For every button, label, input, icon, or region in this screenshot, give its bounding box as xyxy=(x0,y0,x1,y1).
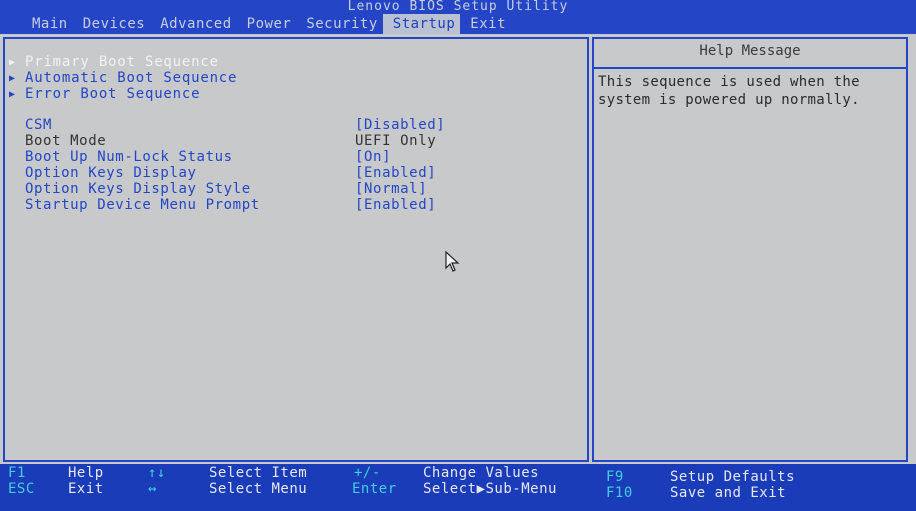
help-panel: Help Message This sequence is used when … xyxy=(592,37,908,462)
arrows-left-right-icon: ↔ xyxy=(148,481,157,497)
main-area: ▶ Primary Boot Sequence ▶ Automatic Boot… xyxy=(0,34,916,464)
arrows-up-down-icon: ↑↓ xyxy=(148,465,166,481)
setting-startup-device-menu-prompt[interactable]: Startup Device Menu Prompt [Enabled] xyxy=(25,197,585,213)
help-text: This sequence is used when the system is… xyxy=(598,73,898,109)
help-title: Help Message xyxy=(594,39,906,69)
submenu-label: Primary Boot Sequence xyxy=(25,54,219,70)
setting-value[interactable]: [On] xyxy=(355,149,391,165)
submenu-automatic-boot-sequence[interactable]: ▶ Automatic Boot Sequence xyxy=(9,70,237,86)
bios-screen: Lenovo BIOS Setup Utility Main Devices A… xyxy=(0,0,916,511)
setting-value[interactable]: [Disabled] xyxy=(355,117,445,133)
submenu-list: ▶ Primary Boot Sequence ▶ Automatic Boot… xyxy=(9,54,237,102)
setting-value: UEFI Only xyxy=(355,133,437,149)
settings-list: CSM [Disabled] Boot Mode UEFI Only Boot … xyxy=(25,117,585,213)
enter-key: Enter xyxy=(352,481,397,497)
plusminus-desc: Change Values xyxy=(423,465,540,481)
setting-value[interactable]: [Normal] xyxy=(355,181,427,197)
tab-devices[interactable]: Devices xyxy=(73,14,151,34)
enter-desc: Select▶Sub-Menu xyxy=(423,481,557,497)
help-line: This sequence is used when the xyxy=(598,74,860,90)
help-line: system is powered up normally. xyxy=(598,92,860,108)
f10-desc: Save and Exit xyxy=(670,485,787,501)
f9-desc: Setup Defaults xyxy=(670,469,796,485)
menu-bar: Main Devices Advanced Power Security Sta… xyxy=(0,14,916,34)
leftright-desc: Select Menu xyxy=(209,481,308,497)
tab-startup[interactable]: Startup xyxy=(382,14,461,34)
setting-name: Boot Mode xyxy=(25,133,107,149)
f1-desc: Help xyxy=(68,465,104,481)
submenu-label: Automatic Boot Sequence xyxy=(25,70,238,86)
triangle-right-icon: ▶ xyxy=(9,56,16,68)
tab-security[interactable]: Security xyxy=(296,14,382,34)
mouse-pointer-icon xyxy=(445,251,460,272)
app-title: Lenovo BIOS Setup Utility xyxy=(0,0,916,14)
tab-main[interactable]: Main xyxy=(22,14,73,34)
setting-value[interactable]: [Enabled] xyxy=(355,197,436,213)
updown-desc: Select Item xyxy=(209,465,308,481)
plusminus-key: +/- xyxy=(354,465,381,481)
f1-key: F1 xyxy=(8,465,26,481)
triangle-right-icon: ▶ xyxy=(9,72,16,84)
submenu-error-boot-sequence[interactable]: ▶ Error Boot Sequence xyxy=(9,86,237,102)
setting-boot-mode: Boot Mode UEFI Only xyxy=(25,133,585,149)
setting-name: Option Keys Display xyxy=(25,165,197,181)
submenu-primary-boot-sequence[interactable]: ▶ Primary Boot Sequence xyxy=(9,54,237,70)
setting-name: CSM xyxy=(25,117,53,133)
setting-csm[interactable]: CSM [Disabled] xyxy=(25,117,585,133)
tab-power[interactable]: Power xyxy=(237,14,297,34)
key-legend: F1 Help ESC Exit ↑↓ Select Item ↔ Select… xyxy=(0,464,916,511)
f10-key: F10 xyxy=(606,485,633,501)
esc-desc: Exit xyxy=(68,481,104,497)
submenu-label: Error Boot Sequence xyxy=(25,86,201,102)
f9-key: F9 xyxy=(606,469,624,485)
esc-key: ESC xyxy=(8,481,35,497)
tab-advanced[interactable]: Advanced xyxy=(150,14,236,34)
setting-value[interactable]: [Enabled] xyxy=(355,165,436,181)
settings-panel: ▶ Primary Boot Sequence ▶ Automatic Boot… xyxy=(3,37,589,462)
setting-name: Startup Device Menu Prompt xyxy=(25,197,260,213)
setting-num-lock[interactable]: Boot Up Num-Lock Status [On] xyxy=(25,149,585,165)
triangle-right-icon: ▶ xyxy=(9,88,16,100)
setting-option-keys-display[interactable]: Option Keys Display [Enabled] xyxy=(25,165,585,181)
setting-name: Option Keys Display Style xyxy=(25,181,251,197)
setting-option-keys-display-style[interactable]: Option Keys Display Style [Normal] xyxy=(25,181,585,197)
tab-exit[interactable]: Exit xyxy=(460,14,511,34)
setting-name: Boot Up Num-Lock Status xyxy=(25,149,233,165)
